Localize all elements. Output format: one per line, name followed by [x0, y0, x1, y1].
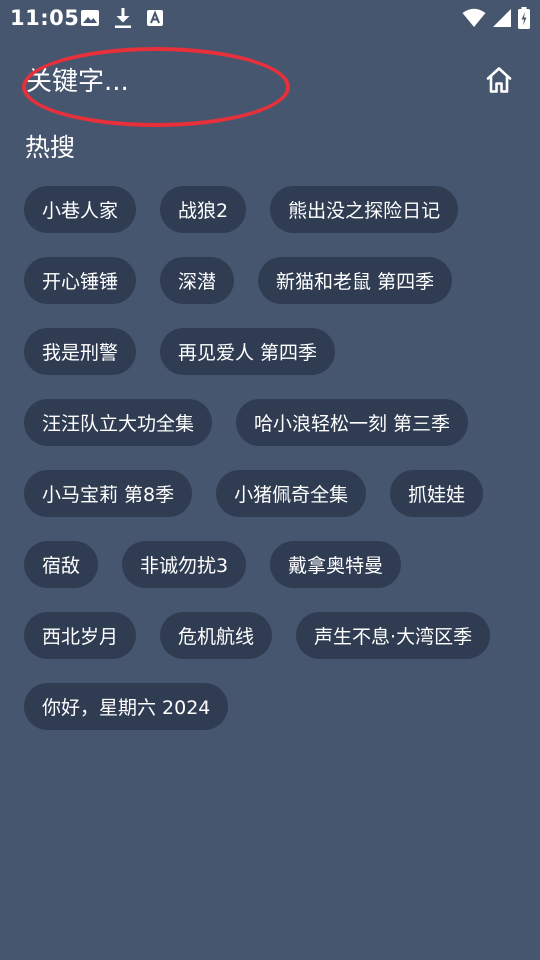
- hot-search-tag[interactable]: 西北岁月: [24, 612, 137, 659]
- hot-search-tag[interactable]: 戴拿奥特曼: [270, 541, 402, 588]
- hot-search-tag[interactable]: 小马宝莉 第8季: [24, 470, 193, 517]
- hot-search-tag[interactable]: 危机航线: [160, 612, 273, 659]
- search-bar: [0, 56, 540, 110]
- hot-search-tag[interactable]: 汪汪队立大功全集: [24, 399, 213, 446]
- hot-search-tag[interactable]: 宿敌: [24, 541, 99, 588]
- status-time: 11:05: [10, 6, 80, 30]
- hot-search-tag[interactable]: 战狼2: [160, 186, 247, 233]
- status-icons-right: [462, 6, 530, 30]
- home-button[interactable]: [482, 63, 516, 97]
- signal-icon: [492, 8, 512, 28]
- hot-search-tags: 小巷人家 战狼2 熊出没之探险日记 开心锤锤 深潜 新猫和老鼠 第四季 我是刑警…: [24, 186, 524, 730]
- hot-search-tag[interactable]: 哈小浪轻松一刻 第三季: [236, 399, 469, 446]
- status-icons-left: [80, 7, 164, 29]
- hot-search-tag[interactable]: 非诚勿扰3: [122, 541, 247, 588]
- hot-search-tag[interactable]: 开心锤锤: [24, 257, 137, 304]
- hot-search-tag[interactable]: 小猪佩奇全集: [216, 470, 367, 517]
- hot-search-tag[interactable]: 深潜: [160, 257, 235, 304]
- hot-search-title: 热搜: [25, 133, 76, 162]
- hot-search-tag[interactable]: 你好，星期六 2024: [24, 683, 229, 730]
- image-icon: [80, 8, 100, 28]
- wifi-icon: [462, 8, 486, 28]
- home-icon: [484, 65, 514, 95]
- hot-search-tag[interactable]: 新猫和老鼠 第四季: [258, 257, 453, 304]
- app-icon: [146, 9, 164, 27]
- search-input[interactable]: [26, 62, 446, 102]
- battery-icon: [518, 7, 530, 29]
- status-bar: 11:05: [0, 0, 540, 36]
- hot-search-tag[interactable]: 再见爱人 第四季: [160, 328, 336, 375]
- hot-search-tag[interactable]: 小巷人家: [24, 186, 137, 233]
- download-icon: [114, 7, 132, 29]
- hot-search-tag[interactable]: 我是刑警: [24, 328, 137, 375]
- hot-search-tag[interactable]: 熊出没之探险日记: [270, 186, 459, 233]
- hot-search-tag[interactable]: 声生不息·大湾区季: [296, 612, 491, 659]
- hot-search-tag[interactable]: 抓娃娃: [390, 470, 484, 517]
